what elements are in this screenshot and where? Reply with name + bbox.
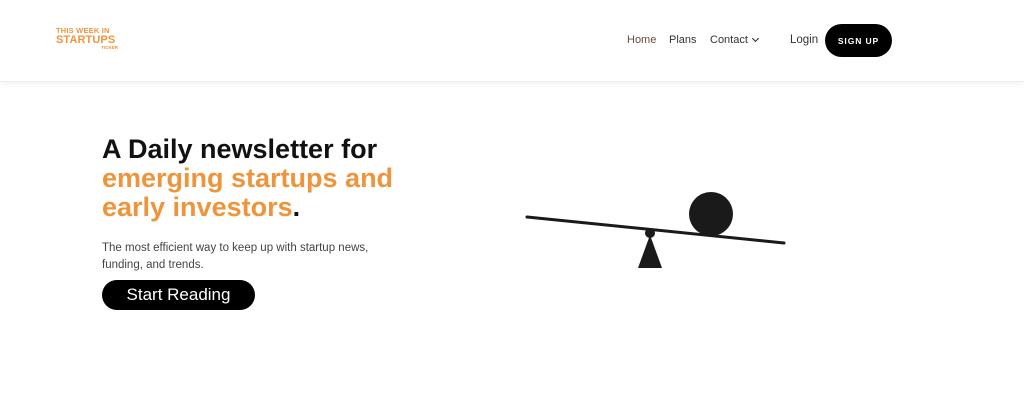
hero-title-period: . bbox=[292, 192, 301, 222]
nav-home-link[interactable]: Home bbox=[627, 34, 656, 46]
nav-plans-link[interactable]: Plans bbox=[669, 34, 697, 46]
seesaw-ball bbox=[689, 192, 733, 236]
start-reading-button[interactable]: Start Reading bbox=[102, 280, 255, 310]
seesaw-fulcrum bbox=[638, 235, 662, 268]
hero-title-accent: emerging startups and early investors bbox=[102, 163, 394, 222]
hero-title: A Daily newsletter for emerging startups… bbox=[102, 135, 462, 222]
site-header: THIS WEEK IN STARTUPS TICKER Home Plans … bbox=[0, 0, 1024, 82]
hero-subtitle: The most efficient way to keep up with s… bbox=[102, 242, 369, 271]
seesaw-plank bbox=[525, 215, 786, 245]
seesaw-balance-icon bbox=[525, 192, 786, 268]
logo[interactable]: THIS WEEK IN STARTUPS TICKER bbox=[56, 27, 126, 50]
hero-title-line-1: A Daily newsletter for bbox=[102, 134, 378, 164]
nav-contact-label: Contact bbox=[710, 34, 748, 46]
logo-line-2: STARTUPS bbox=[56, 33, 116, 46]
login-link[interactable]: Login bbox=[790, 34, 818, 46]
sign-up-button[interactable]: SIGN UP bbox=[825, 24, 892, 57]
logo-line-3: TICKER bbox=[101, 44, 118, 50]
nav-contact-dropdown[interactable]: Contact bbox=[710, 34, 759, 46]
chevron-down-icon bbox=[751, 34, 759, 43]
